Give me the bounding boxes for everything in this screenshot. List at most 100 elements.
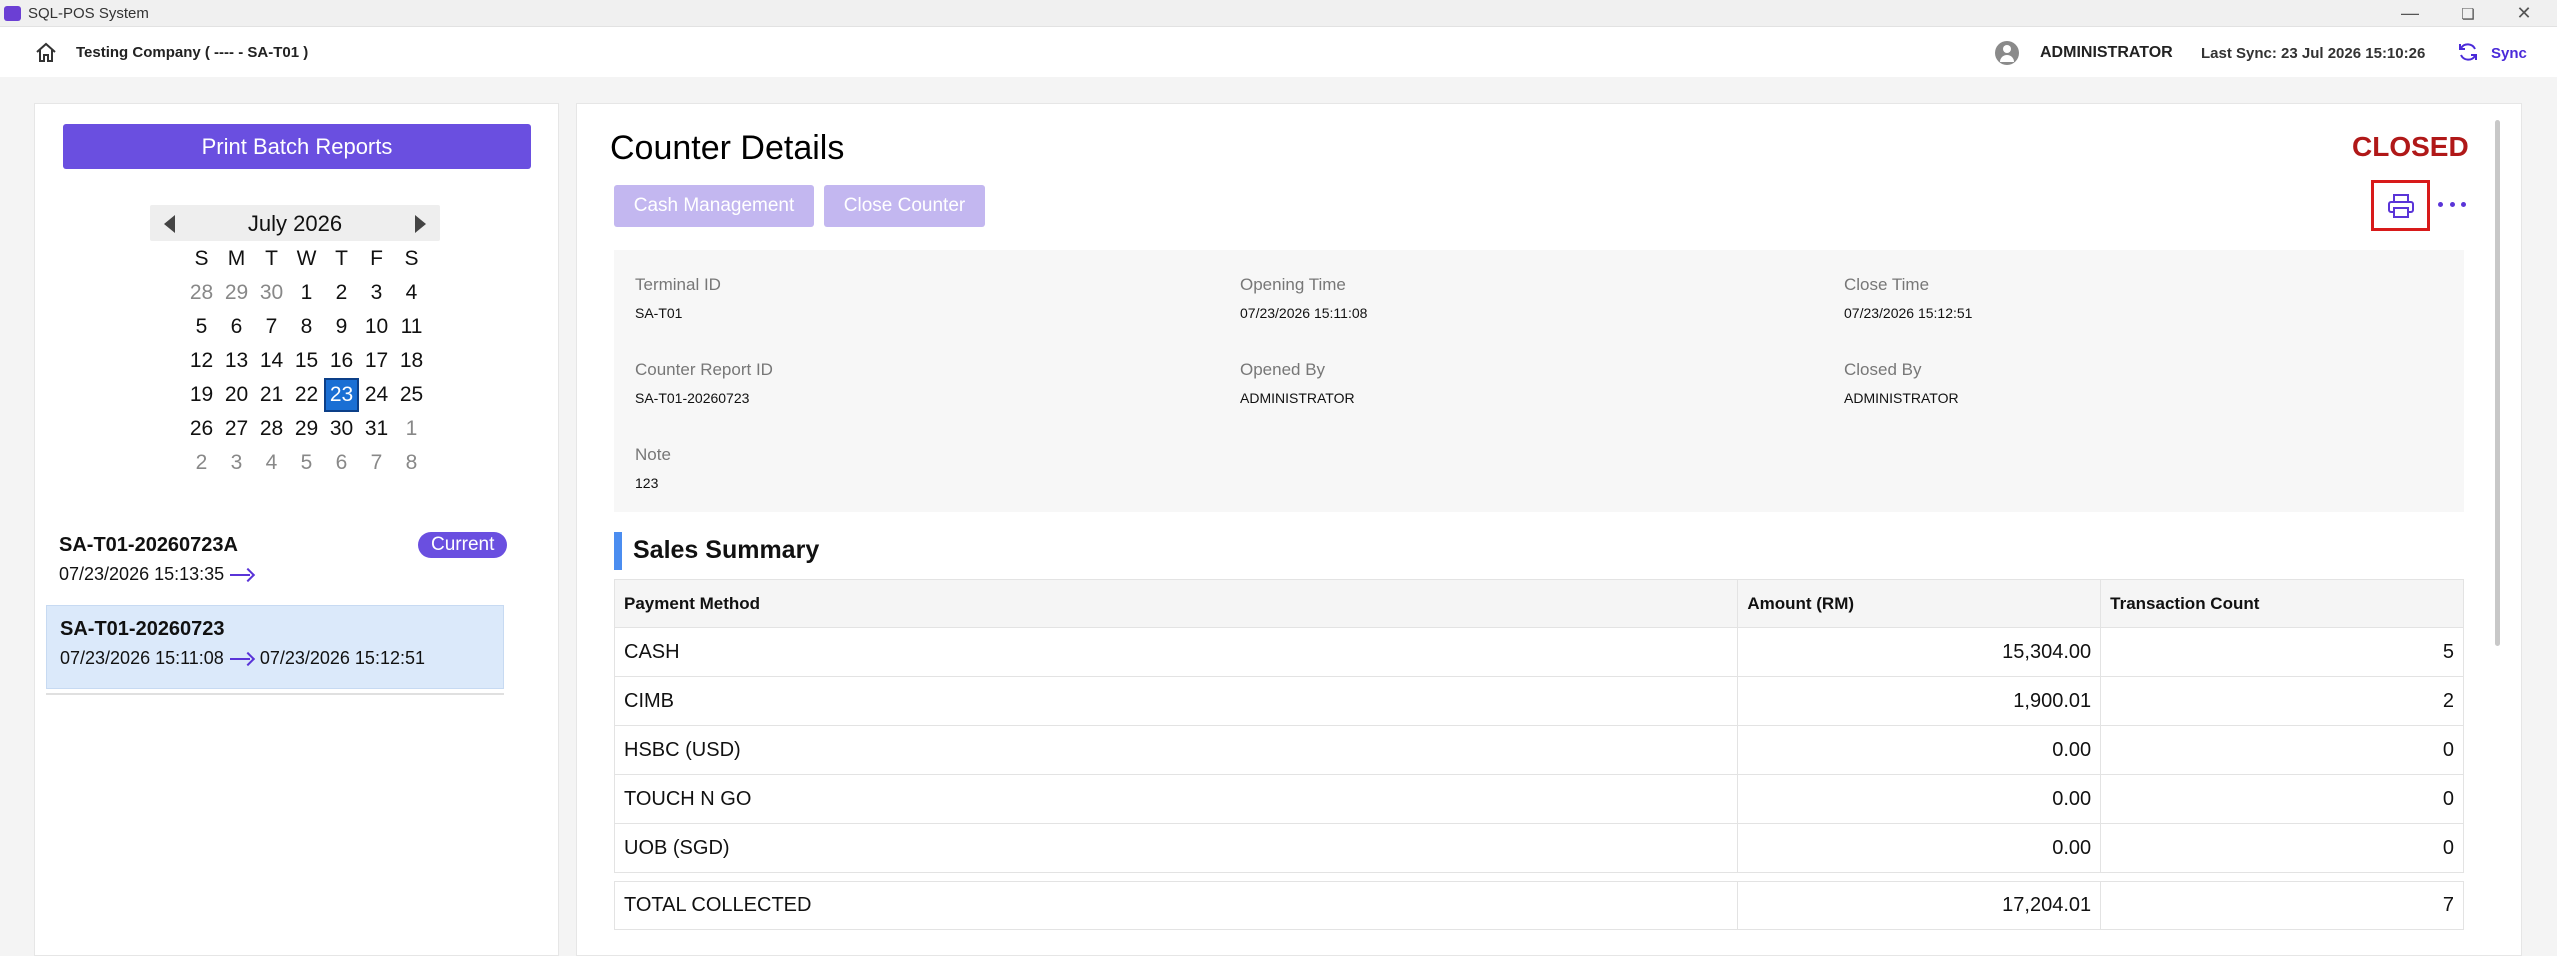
calendar-day[interactable]: 8	[289, 310, 324, 344]
close-counter-button[interactable]: Close Counter	[824, 185, 985, 227]
calendar-header: July 2026	[150, 205, 440, 241]
batch-id: SA-T01-20260723	[60, 618, 225, 640]
minimize-icon[interactable]: —	[2382, 0, 2438, 27]
calendar-day[interactable]: 31	[359, 412, 394, 446]
amount-cell: 0.00	[1737, 823, 2102, 873]
app-logo-icon	[4, 6, 21, 21]
note-label: Note	[635, 445, 671, 464]
status-badge: CLOSED	[2352, 131, 2469, 162]
calendar-day[interactable]: 11	[394, 310, 429, 344]
calendar-day[interactable]: 17	[359, 344, 394, 378]
calendar-day[interactable]: 22	[289, 378, 324, 412]
weekday-header: S	[194, 247, 209, 270]
calendar-day[interactable]: 20	[219, 378, 254, 412]
calendar-day[interactable]: 18	[394, 344, 429, 378]
opening-time-label: Opening Time	[1240, 275, 1346, 294]
calendar-month-label[interactable]: July 2026	[150, 211, 440, 237]
opening-time-value: 07/23/2026 15:11:08	[1240, 305, 1368, 321]
vertical-scrollbar[interactable]	[2495, 120, 2500, 646]
payment-method-cell: TOUCH N GO	[613, 774, 1739, 824]
opening-time-field: Opening Time 07/23/2026 15:11:08	[1240, 275, 1367, 321]
calendar-day[interactable]: 5	[289, 446, 324, 480]
calendar-day[interactable]: 12	[184, 344, 219, 378]
calendar-day[interactable]: 5	[184, 310, 219, 344]
calendar-day[interactable]: 1	[394, 412, 429, 446]
calendar-day[interactable]: 6	[324, 446, 359, 480]
sales-summary-table: Payment Method Amount (RM) Transaction C…	[613, 579, 2464, 930]
calendar-day[interactable]: 21	[254, 378, 289, 412]
restore-icon[interactable]: ❏	[2440, 0, 2496, 27]
payment-method-cell: CASH	[613, 627, 1739, 677]
batch-time: 07/23/2026 15:11:08 07/23/2026 15:12:51	[60, 648, 425, 669]
close-window-icon[interactable]: ✕	[2496, 0, 2552, 27]
app-header: Testing Company ( ---- - SA-T01 ) ADMINI…	[0, 27, 2557, 77]
calendar-day[interactable]: 30	[324, 412, 359, 446]
amount-cell: 0.00	[1737, 725, 2102, 775]
calendar-day[interactable]: 24	[359, 378, 394, 412]
sync-button[interactable]: Sync	[2491, 45, 2527, 62]
calendar-day[interactable]: 1	[289, 276, 324, 310]
count-cell: 2	[2100, 676, 2464, 726]
note-value: 123	[635, 475, 659, 491]
table-row: CASH 15,304.00 5	[613, 627, 2464, 677]
more-horizontal-icon[interactable]	[2438, 194, 2466, 214]
user-name[interactable]: ADMINISTRATOR	[2040, 44, 2173, 62]
calendar-day[interactable]: 2	[324, 276, 359, 310]
last-sync-text: Last Sync: 23 Jul 2026 15:10:26	[2201, 45, 2426, 62]
calendar-day[interactable]: 8	[394, 446, 429, 480]
note-field: Note 123	[635, 445, 671, 491]
count-cell: 5	[2100, 627, 2464, 677]
calendar-day[interactable]: 4	[394, 276, 429, 310]
calendar-day[interactable]: 28	[254, 412, 289, 446]
calendar-day[interactable]: 15	[289, 344, 324, 378]
calendar-day[interactable]: 7	[254, 310, 289, 344]
calendar-day[interactable]: 4	[254, 446, 289, 480]
total-label-cell: TOTAL COLLECTED	[613, 881, 1739, 930]
arrow-right-icon	[229, 652, 254, 666]
calendar-day[interactable]: 14	[254, 344, 289, 378]
calendar-day[interactable]: 29	[289, 412, 324, 446]
calendar-day[interactable]: 28	[184, 276, 219, 310]
arrow-right-icon	[230, 568, 254, 582]
weekday-header: W	[296, 247, 317, 270]
calendar-day[interactable]: 7	[359, 446, 394, 480]
calendar-day[interactable]: 16	[324, 344, 359, 378]
calendar-day[interactable]: 25	[394, 378, 429, 412]
calendar-day[interactable]: 29	[219, 276, 254, 310]
user-avatar-icon[interactable]	[1995, 41, 2019, 65]
close-time-field: Close Time 07/23/2026 15:12:51	[1844, 275, 1972, 321]
window-titlebar: SQL-POS System — ❏ ✕	[0, 0, 2557, 27]
opened-by-field: Opened By ADMINISTRATOR	[1240, 360, 1355, 406]
calendar-day[interactable]: 27	[219, 412, 254, 446]
closed-by-field: Closed By ADMINISTRATOR	[1844, 360, 1959, 406]
calendar-day[interactable]: 13	[219, 344, 254, 378]
print-batch-reports-button[interactable]: Print Batch Reports	[63, 124, 531, 169]
report-id-label: Counter Report ID	[635, 360, 773, 379]
calendar-day[interactable]: 10	[359, 310, 394, 344]
batch-list-item[interactable]: SA-T01-20260723A Current 07/23/2026 15:1…	[46, 517, 508, 597]
page-title: Counter Details	[610, 129, 845, 167]
calendar-day[interactable]: 2	[184, 446, 219, 480]
company-name: Testing Company ( ---- - SA-T01 )	[76, 44, 309, 61]
table-row: UOB (SGD) 0.00 0	[613, 823, 2464, 873]
payment-method-cell: UOB (SGD)	[613, 823, 1739, 873]
calendar-day[interactable]: 19	[184, 378, 219, 412]
report-id-field: Counter Report ID SA-T01-20260723	[635, 360, 773, 406]
calendar-day-selected[interactable]: 23	[324, 378, 359, 412]
calendar-day[interactable]: 6	[219, 310, 254, 344]
list-divider	[46, 693, 504, 695]
payment-method-cell: HSBC (USD)	[613, 725, 1739, 775]
calendar-day[interactable]: 3	[219, 446, 254, 480]
cash-management-button[interactable]: Cash Management	[614, 185, 814, 227]
chevron-right-icon[interactable]	[415, 215, 426, 233]
counter-details-panel: Counter Details CLOSED Cash Management C…	[576, 103, 2522, 956]
table-row: TOUCH N GO 0.00 0	[613, 774, 2464, 824]
print-button[interactable]	[2371, 180, 2430, 231]
calendar-day[interactable]: 3	[359, 276, 394, 310]
sync-icon[interactable]	[2457, 41, 2479, 63]
home-icon[interactable]	[34, 41, 58, 63]
calendar-day[interactable]: 26	[184, 412, 219, 446]
batch-list-item-selected[interactable]: SA-T01-20260723 07/23/2026 15:11:08 07/23…	[46, 605, 504, 689]
calendar-day[interactable]: 9	[324, 310, 359, 344]
calendar-day[interactable]: 30	[254, 276, 289, 310]
